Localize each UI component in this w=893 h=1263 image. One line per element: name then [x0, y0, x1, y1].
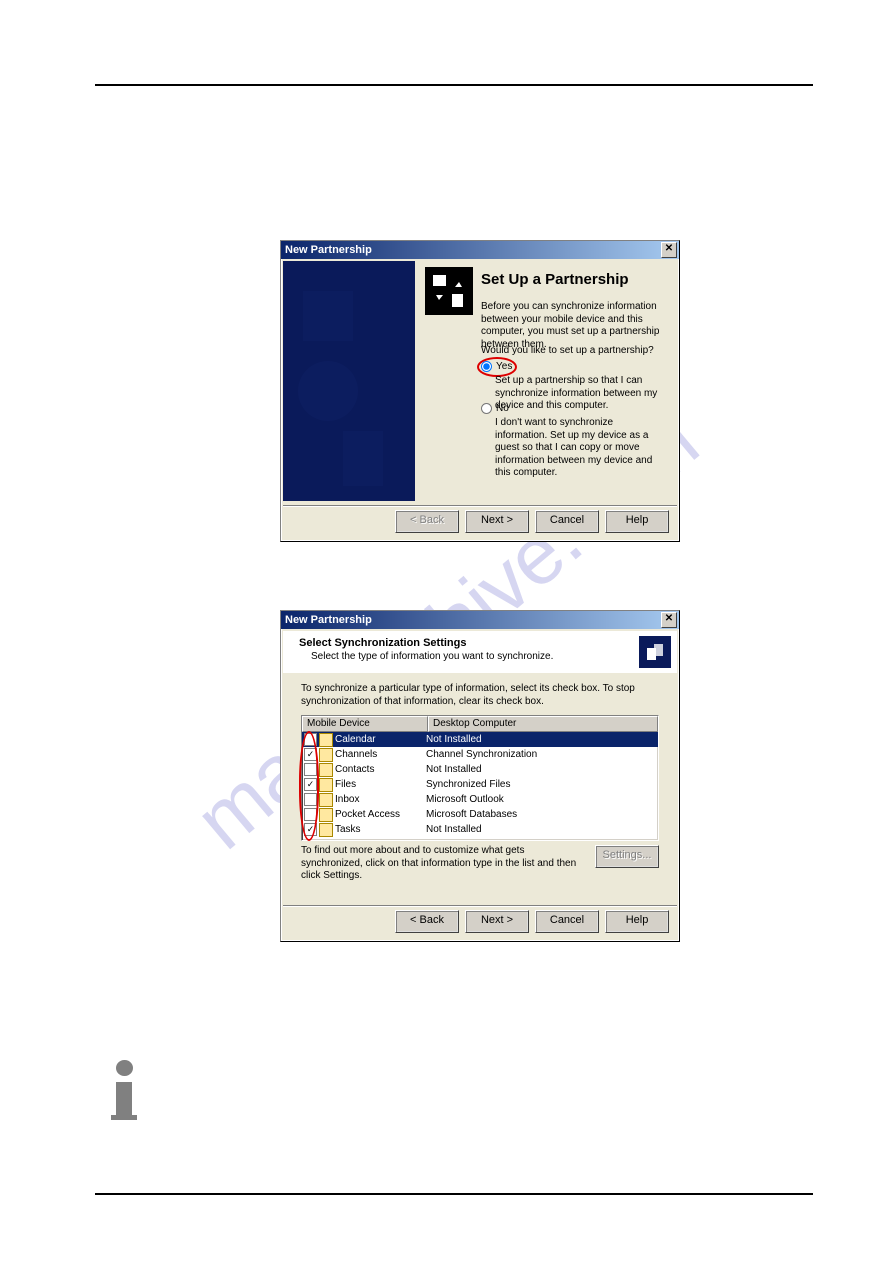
table-row[interactable]: Contacts Not Installed: [302, 762, 658, 777]
table-row[interactable]: ✓ Channels Channel Synchronization: [302, 747, 658, 762]
radio-yes-input[interactable]: [481, 361, 492, 372]
desktop-value: Microsoft Outlook: [424, 794, 658, 805]
item-icon: [319, 763, 333, 777]
top-rule: [95, 84, 813, 86]
radio-yes[interactable]: Yes: [481, 361, 512, 372]
table-row[interactable]: Calendar Not Installed: [302, 732, 658, 747]
cancel-button[interactable]: Cancel: [535, 910, 599, 933]
radio-no-input[interactable]: [481, 403, 492, 414]
next-button[interactable]: Next >: [465, 510, 529, 533]
item-name: Files: [335, 779, 356, 790]
table-row[interactable]: Inbox Microsoft Outlook: [302, 792, 658, 807]
item-name: Calendar: [335, 734, 376, 745]
item-icon: [319, 823, 333, 837]
sync-items-table: Mobile Device Desktop Computer Calendar N…: [301, 715, 659, 841]
close-icon[interactable]: ✕: [661, 242, 677, 258]
help-button[interactable]: Help: [605, 910, 669, 933]
instruction-text: To synchronize a particular type of info…: [301, 683, 659, 708]
dialog-title: New Partnership: [283, 244, 372, 256]
desktop-value: Not Installed: [424, 734, 658, 745]
table-row[interactable]: Pocket Access Microsoft Databases: [302, 807, 658, 822]
info-icon: [104, 1060, 144, 1120]
titlebar: New Partnership ✕: [281, 241, 679, 259]
radio-no-label: No: [496, 403, 509, 414]
button-row: < Back Next > Cancel Help: [395, 510, 669, 533]
item-icon: [319, 733, 333, 747]
checkbox[interactable]: [304, 793, 317, 806]
back-button[interactable]: < Back: [395, 510, 459, 533]
item-name: Tasks: [335, 824, 361, 835]
desktop-value: Channel Synchronization: [424, 749, 658, 760]
desktop-value: Not Installed: [424, 764, 658, 775]
item-name: Pocket Access: [335, 809, 400, 820]
checkbox[interactable]: [304, 763, 317, 776]
dialog-title: New Partnership: [283, 614, 372, 626]
wizard-header: Select Synchronization Settings Select t…: [283, 631, 677, 673]
divider: [283, 905, 677, 907]
help-button[interactable]: Help: [605, 510, 669, 533]
item-icon: [319, 793, 333, 807]
wizard-question: Would you like to set up a partnership?: [481, 345, 654, 356]
cancel-button[interactable]: Cancel: [535, 510, 599, 533]
item-name: Inbox: [335, 794, 359, 805]
wizard-intro-text: Before you can synchronize information b…: [481, 301, 667, 351]
desktop-value: Microsoft Databases: [424, 809, 658, 820]
checkbox[interactable]: [304, 808, 317, 821]
checkbox[interactable]: [304, 733, 317, 746]
desktop-value: Synchronized Files: [424, 779, 658, 790]
item-icon: [319, 778, 333, 792]
item-name: Contacts: [335, 764, 374, 775]
checkbox[interactable]: ✓: [304, 823, 317, 836]
wizard-header-subtitle: Select the type of information you want …: [311, 651, 553, 662]
wizard-sidebar-graphic: [283, 261, 415, 501]
column-desktop-computer[interactable]: Desktop Computer: [428, 716, 658, 732]
bottom-rule: [95, 1193, 813, 1195]
wizard-heading: Set Up a Partnership: [481, 271, 629, 288]
table-header: Mobile Device Desktop Computer: [302, 716, 658, 732]
checkbox[interactable]: ✓: [304, 748, 317, 761]
sync-icon: [425, 267, 473, 315]
item-name: Channels: [335, 749, 377, 760]
table-row[interactable]: ✓ Files Synchronized Files: [302, 777, 658, 792]
footer-instruction: To find out more about and to customize …: [301, 845, 581, 883]
sync-settings-dialog: New Partnership ✕ Select Synchronization…: [280, 610, 680, 942]
checkbox[interactable]: ✓: [304, 778, 317, 791]
item-icon: [319, 748, 333, 762]
divider: [283, 505, 677, 507]
radio-no[interactable]: No: [481, 403, 509, 414]
column-mobile-device[interactable]: Mobile Device: [302, 716, 428, 732]
item-icon: [319, 808, 333, 822]
back-button[interactable]: < Back: [395, 910, 459, 933]
radio-yes-label: Yes: [496, 361, 512, 372]
settings-button[interactable]: Settings...: [595, 845, 659, 868]
titlebar: New Partnership ✕: [281, 611, 679, 629]
desktop-value: Not Installed: [424, 824, 658, 835]
table-row[interactable]: ✓ Tasks Not Installed: [302, 822, 658, 837]
radio-yes-description: Set up a partnership so that I can synch…: [495, 375, 667, 413]
next-button[interactable]: Next >: [465, 910, 529, 933]
button-row: < Back Next > Cancel Help: [395, 910, 669, 933]
radio-no-description: I don't want to synchronize information.…: [495, 417, 667, 480]
partnership-setup-dialog: New Partnership ✕ Set Up a Partnership B…: [280, 240, 680, 542]
sync-settings-icon: [639, 636, 671, 668]
wizard-header-title: Select Synchronization Settings: [299, 637, 466, 649]
close-icon[interactable]: ✕: [661, 612, 677, 628]
